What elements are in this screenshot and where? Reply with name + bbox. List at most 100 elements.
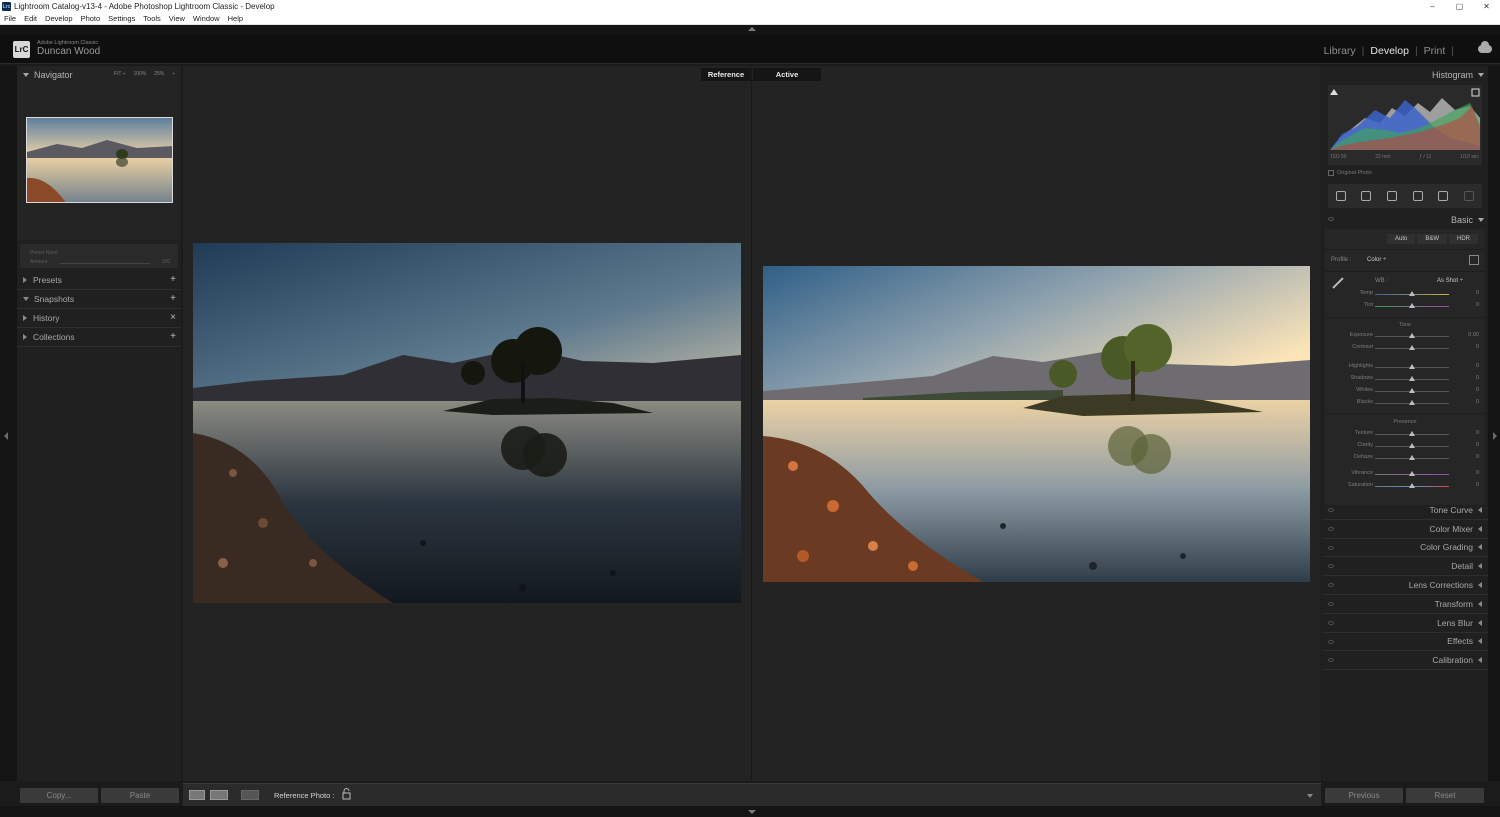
menu-help[interactable]: Help <box>228 14 243 23</box>
basic-header[interactable]: Basic <box>1322 211 1488 229</box>
section-presets[interactable]: Presets + <box>17 271 181 290</box>
navigator-header[interactable]: Navigator FIT ÷ 100% 25% ÷ <box>17 66 181 84</box>
section-transform[interactable]: Transform <box>1322 595 1488 614</box>
shadows-slider-row[interactable]: Shadows 0 <box>1325 374 1485 384</box>
module-print[interactable]: Print <box>1424 45 1446 57</box>
auto-button[interactable]: Auto <box>1387 234 1416 244</box>
top-panel-toggle[interactable] <box>0 25 1500 34</box>
temp-slider-row[interactable]: Temp 0 <box>1325 289 1485 299</box>
minimize-button[interactable]: – <box>1419 0 1446 13</box>
edit-sliders-icon[interactable] <box>1335 191 1346 201</box>
bw-button[interactable]: B&W <box>1417 234 1448 244</box>
module-develop[interactable]: Develop <box>1370 45 1409 57</box>
amount-slider[interactable] <box>60 263 150 264</box>
reset-button[interactable]: Reset <box>1406 788 1484 803</box>
dehaze-slider-row[interactable]: Dehaze 0 <box>1325 453 1485 463</box>
menu-photo[interactable]: Photo <box>81 14 101 23</box>
module-library[interactable]: Library <box>1324 45 1356 57</box>
slider-value[interactable]: 0 <box>1476 399 1479 405</box>
wb-select[interactable]: As Shot ÷ <box>1437 278 1463 284</box>
slider-value[interactable]: 0.00 <box>1468 332 1479 338</box>
slider-value[interactable]: 0 <box>1476 482 1479 488</box>
previous-button[interactable]: Previous <box>1325 788 1403 803</box>
section-history[interactable]: History × <box>17 309 181 328</box>
section-color-mixer[interactable]: Color Mixer <box>1322 520 1488 539</box>
slider-knob[interactable] <box>1409 400 1415 405</box>
eye-icon[interactable] <box>1328 545 1334 550</box>
slider-knob[interactable] <box>1409 333 1415 338</box>
paste-button[interactable]: Paste <box>101 788 179 803</box>
navigator-preview[interactable] <box>26 117 173 203</box>
red-eye-icon[interactable] <box>1412 191 1423 201</box>
zoom-more[interactable]: ÷ <box>172 71 175 77</box>
reference-view-icon[interactable] <box>241 790 259 800</box>
reference-photo[interactable] <box>193 243 741 603</box>
slider-value[interactable]: 0 <box>1476 387 1479 393</box>
add-collection-button[interactable]: + <box>170 331 176 342</box>
eye-icon[interactable] <box>1328 526 1334 531</box>
slider-value[interactable]: 0 <box>1476 442 1479 448</box>
slider-value[interactable]: 0 <box>1476 290 1479 296</box>
zoom-25[interactable]: 25% <box>154 71 164 77</box>
slider-knob[interactable] <box>1409 345 1415 350</box>
slider-value[interactable]: 0 <box>1476 454 1479 460</box>
copy-button[interactable]: Copy... <box>20 788 98 803</box>
slider-value[interactable]: 0 <box>1476 363 1479 369</box>
menu-develop[interactable]: Develop <box>45 14 73 23</box>
slider-value[interactable]: 0 <box>1476 344 1479 350</box>
slider-knob[interactable] <box>1409 364 1415 369</box>
active-photo[interactable] <box>763 266 1310 582</box>
section-snapshots[interactable]: Snapshots + <box>17 290 181 309</box>
slider-knob[interactable] <box>1409 291 1415 296</box>
eye-icon[interactable] <box>1328 583 1334 588</box>
vibrance-slider-row[interactable]: Vibrance 0 <box>1325 469 1485 479</box>
close-button[interactable]: ✕ <box>1473 0 1500 13</box>
slider-value[interactable]: 0 <box>1476 470 1479 476</box>
eye-icon[interactable] <box>1328 658 1334 663</box>
bottom-panel-toggle[interactable] <box>0 806 1500 817</box>
tint-slider-row[interactable]: Tint 0 <box>1325 301 1485 311</box>
section-tone-curve[interactable]: Tone Curve <box>1322 501 1488 520</box>
contrast-slider-row[interactable]: Contrast 0 <box>1325 343 1485 353</box>
add-preset-button[interactable]: + <box>170 274 176 285</box>
slider-knob[interactable] <box>1409 483 1415 488</box>
slider-knob[interactable] <box>1409 303 1415 308</box>
eye-icon[interactable] <box>1328 601 1334 606</box>
zoom-100[interactable]: 100% <box>133 71 146 77</box>
menu-edit[interactable]: Edit <box>24 14 37 23</box>
eye-icon[interactable] <box>1328 639 1334 644</box>
slider-value[interactable]: 0 <box>1476 375 1479 381</box>
profile-select[interactable]: Color ÷ <box>1367 257 1386 263</box>
section-collections[interactable]: Collections + <box>17 328 181 347</box>
masking-icon[interactable] <box>1438 191 1449 201</box>
loupe-view-icon[interactable] <box>189 790 205 800</box>
original-photo-checkbox[interactable] <box>1328 170 1334 176</box>
toolbar-menu-icon[interactable] <box>1307 794 1313 798</box>
section-lens-corrections[interactable]: Lens Corrections <box>1322 576 1488 595</box>
highlights-slider-row[interactable]: Highlights 0 <box>1325 362 1485 372</box>
slider-knob[interactable] <box>1409 455 1415 460</box>
wb-eyedropper-icon[interactable] <box>1332 277 1344 289</box>
slider-knob[interactable] <box>1409 376 1415 381</box>
menu-window[interactable]: Window <box>193 14 220 23</box>
histogram-header[interactable]: Histogram <box>1322 66 1488 84</box>
clarity-slider-row[interactable]: Clarity 0 <box>1325 441 1485 451</box>
clear-history-button[interactable]: × <box>170 312 176 323</box>
left-panel-toggle[interactable] <box>0 66 17 781</box>
before-after-icon[interactable] <box>210 790 228 800</box>
saturation-slider-row[interactable]: Saturation 0 <box>1325 481 1485 491</box>
healing-icon[interactable] <box>1387 191 1398 201</box>
menu-settings[interactable]: Settings <box>108 14 135 23</box>
eye-icon[interactable] <box>1328 620 1334 625</box>
maximize-button[interactable]: ▢ <box>1446 0 1473 13</box>
cloud-sync-icon[interactable] <box>1478 41 1492 53</box>
eye-icon[interactable] <box>1328 217 1334 221</box>
whites-slider-row[interactable]: Whites 0 <box>1325 386 1485 396</box>
slider-knob[interactable] <box>1409 431 1415 436</box>
section-calibration[interactable]: Calibration <box>1322 651 1488 671</box>
lock-icon[interactable] <box>342 788 351 800</box>
crop-icon[interactable] <box>1361 191 1372 201</box>
right-panel-toggle[interactable] <box>1488 66 1500 781</box>
eye-icon[interactable] <box>1328 508 1334 512</box>
profile-browser-icon[interactable] <box>1469 255 1479 265</box>
